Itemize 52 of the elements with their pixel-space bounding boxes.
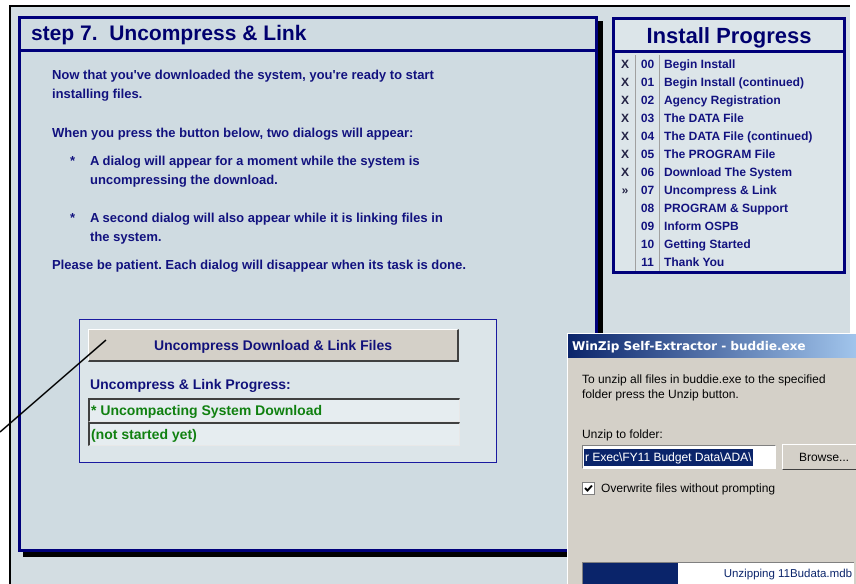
step-name: Getting Started — [664, 236, 751, 253]
bullet-marker: * — [70, 209, 76, 227]
step-number: 08 — [640, 200, 654, 217]
step-status-mark: X — [620, 74, 629, 91]
step-status-mark: X — [620, 146, 629, 163]
instruction-text: Now that you've downloaded the system, you're ready to start installing files. — [52, 66, 435, 103]
browse-button[interactable]: Browse... — [782, 444, 856, 470]
progress-label: Uncompress & Link Progress: — [90, 375, 292, 394]
bullet-text: A second dialog will also appear while it is linking files in the system. — [90, 209, 444, 246]
step-status-mark: X — [620, 56, 629, 73]
step-number: 05 — [640, 146, 654, 163]
step-name: Begin Install — [664, 56, 736, 73]
instruction-text: When you press the button below, two dialogs will appear: — [52, 124, 414, 142]
bullet-text: A dialog will appear for a moment while the system is uncompressing the download. — [90, 152, 421, 189]
step-status-mark: X — [620, 128, 629, 145]
bullet-marker: * — [70, 152, 76, 170]
step-status-mark: X — [620, 110, 629, 127]
step-name: Download The System — [664, 164, 792, 181]
step-number: 07 — [640, 182, 654, 199]
folder-field[interactable]: r Exec\FY11 Budget Data\ADA\ — [582, 445, 776, 469]
step-name: The DATA File — [664, 110, 744, 127]
step-number: 06 — [640, 164, 654, 181]
step-number: 03 — [640, 110, 654, 127]
step-number: 11 — [641, 254, 654, 271]
step-title: step 7. Uncompress & Link — [31, 21, 306, 48]
dialog-message: To unzip all files in buddie.exe to the specified folder press the Unzip button. — [582, 372, 826, 402]
step-name: The PROGRAM File — [664, 146, 776, 163]
step-name: Thank You — [664, 254, 724, 271]
progress-text: Unzipping 11Budata.mdb — [724, 567, 852, 582]
step-number: 04 — [640, 128, 654, 145]
folder-label: Unzip to folder: — [582, 426, 664, 443]
instruction-text: Please be patient. Each dialog will disappear when its task is done. — [52, 256, 467, 274]
install-progress-title: Install Progress — [646, 22, 812, 50]
step-status-mark: X — [620, 92, 629, 109]
step-name: Uncompress & Link — [664, 182, 777, 199]
step-name: Begin Install (continued) — [664, 74, 804, 91]
step-number: 02 — [640, 92, 654, 109]
dialog-title: WinZip Self-Extractor - buddie.exe — [572, 338, 806, 355]
step-status-mark: » — [622, 182, 628, 199]
step-name: The DATA File (continued) — [664, 128, 812, 145]
progress-status-field: * Uncompacting System Download — [88, 398, 460, 422]
step-number: 00 — [640, 56, 654, 73]
step-number: 10 — [640, 236, 654, 253]
uncompress-link-button[interactable]: Uncompress Download & Link Files — [88, 329, 459, 362]
progress-status-field: (not started yet) — [88, 422, 460, 446]
step-name: PROGRAM & Support — [664, 200, 788, 217]
step-number: 09 — [640, 218, 654, 235]
step-name: Agency Registration — [664, 92, 781, 109]
step-status-mark: X — [620, 164, 629, 181]
step-name: Inform OSPB — [664, 218, 739, 235]
overwrite-label: Overwrite files without prompting — [601, 480, 776, 497]
step-number: 01 — [640, 74, 654, 91]
